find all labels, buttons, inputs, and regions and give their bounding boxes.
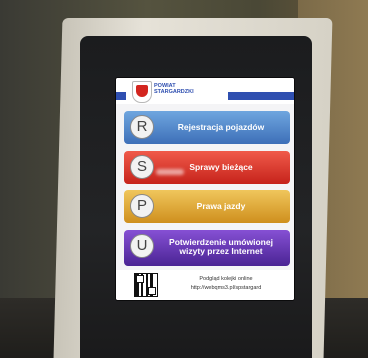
screen-header: POWIAT STARGARDZKI (116, 78, 294, 104)
letter-s-icon: S (130, 155, 154, 179)
menu-button-driving-licenses[interactable]: P Prawa jazdy (124, 190, 290, 223)
screen-footer: Podgląd kolejki online http://webqms3.pl… (116, 270, 294, 300)
organization-name: POWIAT STARGARDZKI (154, 83, 224, 95)
organization-name-line2: STARGARDZKI (154, 89, 194, 95)
queue-preview-title: Podgląd kolejki online (199, 276, 253, 282)
menu-button-appointment-confirmation[interactable]: U Potwierdzenie umówionej wizyty przez I… (124, 230, 290, 266)
qr-code-icon (134, 273, 158, 297)
coat-of-arms-icon (132, 81, 152, 103)
coat-of-arms-shield (136, 85, 148, 97)
queue-preview-info: Podgląd kolejki online http://webqms3.pl… (162, 275, 290, 293)
header-stripe-left (116, 92, 126, 100)
photo-scene: POWIAT STARGARDZKI R Rejestracja pojazdó… (0, 0, 368, 358)
letter-r-icon: R (130, 115, 154, 139)
letter-p-icon: P (130, 194, 154, 218)
queue-preview-url: http://webqms3.pl/spstargard (190, 285, 262, 291)
menu-button-label: Prawa jazdy (196, 201, 246, 211)
header-stripe-right (228, 92, 294, 100)
menu-button-label: Sprawy bieżące (189, 162, 253, 172)
menu-button-label: Potwierdzenie umówionej wizyty przez Int… (169, 236, 273, 256)
menu-button-vehicle-registration[interactable]: R Rejestracja pojazdów (124, 111, 290, 144)
screen-glare (156, 169, 184, 175)
menu-button-label: Rejestracja pojazdów (177, 122, 265, 132)
kiosk-screen: POWIAT STARGARDZKI R Rejestracja pojazdó… (116, 78, 294, 300)
letter-u-icon: U (130, 234, 154, 258)
menu-button-current-matters[interactable]: S Sprawy bieżące (124, 151, 290, 184)
